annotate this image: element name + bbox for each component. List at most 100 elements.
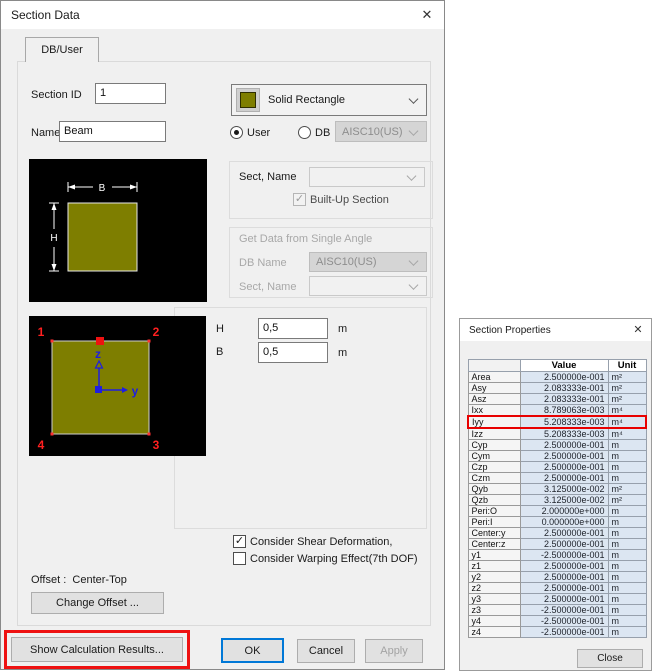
property-name-cell: z3 bbox=[468, 605, 520, 616]
property-value-cell: 2.500000e-001 bbox=[520, 561, 608, 572]
property-name-cell: Ixx bbox=[468, 405, 520, 417]
b-unit-label: m bbox=[338, 347, 347, 359]
radio-db-label[interactable]: DB bbox=[315, 127, 330, 139]
tab-db-user[interactable]: DB/User bbox=[25, 37, 99, 62]
solid-rectangle-icon bbox=[236, 88, 260, 112]
property-name-cell: z2 bbox=[468, 583, 520, 594]
property-unit-cell: m bbox=[608, 517, 646, 528]
chevron-down-icon bbox=[409, 126, 419, 136]
b-input[interactable]: 0,5 bbox=[258, 342, 328, 363]
property-value-cell: 3.125000e-002 bbox=[520, 495, 608, 506]
chevron-down-icon bbox=[409, 94, 419, 104]
cancel-button[interactable]: Cancel bbox=[297, 639, 355, 663]
section-vertex-preview: 1 2 3 4 z y bbox=[29, 316, 206, 456]
property-unit-cell: m bbox=[608, 462, 646, 473]
change-offset-button[interactable]: Change Offset ... bbox=[31, 592, 164, 614]
property-unit-cell: m⁴ bbox=[608, 428, 646, 440]
table-corner-cell bbox=[468, 360, 520, 372]
property-unit-cell: m bbox=[608, 550, 646, 561]
name-input[interactable]: Beam bbox=[59, 121, 166, 142]
property-name-cell: Czm bbox=[468, 473, 520, 484]
property-unit-cell: m² bbox=[608, 495, 646, 506]
corner-4-label: 4 bbox=[38, 438, 45, 452]
property-name-cell: y2 bbox=[468, 572, 520, 583]
offset-label: Offset : Center-Top bbox=[31, 574, 127, 586]
single-angle-group-label: Get Data from Single Angle bbox=[239, 233, 372, 245]
property-name-cell: Izz bbox=[468, 428, 520, 440]
section-dimension-drawing: B H bbox=[29, 159, 207, 302]
section-properties-table: Value Unit Area2.500000e-001m²Asy2.08333… bbox=[467, 359, 647, 638]
table-row: y22.500000e-001m bbox=[468, 572, 646, 583]
sect-name2-label: Sect, Name bbox=[239, 281, 296, 293]
close-icon[interactable]: ✕ bbox=[410, 1, 444, 28]
close-button[interactable]: Close bbox=[577, 649, 643, 668]
dim-b-label: B bbox=[99, 183, 106, 194]
property-unit-cell: m bbox=[608, 616, 646, 627]
property-name-cell: z1 bbox=[468, 561, 520, 572]
table-row: Center:z2.500000e-001m bbox=[468, 539, 646, 550]
column-header-unit: Unit bbox=[608, 360, 646, 372]
property-value-cell: -2.500000e-001 bbox=[520, 627, 608, 638]
property-value-cell: 0.000000e+000 bbox=[520, 517, 608, 528]
close-icon[interactable]: ✕ bbox=[625, 319, 651, 340]
property-name-cell: Center:z bbox=[468, 539, 520, 550]
table-row: Area2.500000e-001m² bbox=[468, 372, 646, 383]
property-unit-cell: m bbox=[608, 539, 646, 550]
table-row: Czp2.500000e-001m bbox=[468, 462, 646, 473]
table-row: Qyb3.125000e-002m² bbox=[468, 484, 646, 495]
property-value-cell: 2.500000e-001 bbox=[520, 451, 608, 462]
warping-effect-checkbox[interactable] bbox=[233, 552, 246, 565]
table-row: z3-2.500000e-001m bbox=[468, 605, 646, 616]
radio-user-label[interactable]: User bbox=[247, 127, 270, 139]
property-value-cell: 2.500000e-001 bbox=[520, 462, 608, 473]
property-value-cell: 8.789063e-003 bbox=[520, 405, 608, 417]
chevron-down-icon bbox=[409, 256, 419, 266]
property-name-cell: y3 bbox=[468, 594, 520, 605]
section-id-input[interactable]: 1 bbox=[95, 83, 166, 104]
radio-user[interactable] bbox=[230, 126, 243, 139]
property-unit-cell: m bbox=[608, 627, 646, 638]
property-name-cell: Peri:O bbox=[468, 506, 520, 517]
property-unit-cell: m bbox=[608, 572, 646, 583]
table-row: Izz5.208333e-003m⁴ bbox=[468, 428, 646, 440]
db-standard-select: AISC10(US) bbox=[335, 121, 427, 142]
property-unit-cell: m bbox=[608, 605, 646, 616]
section-properties-window: Section Properties ✕ Value Unit Area2.50… bbox=[459, 318, 652, 671]
property-unit-cell: m bbox=[608, 594, 646, 605]
shear-deformation-label[interactable]: Consider Shear Deformation, bbox=[250, 536, 392, 548]
h-input[interactable]: 0,5 bbox=[258, 318, 328, 339]
property-value-cell: 2.500000e-001 bbox=[520, 583, 608, 594]
name-label: Name bbox=[31, 127, 60, 139]
property-value-cell: 2.500000e-001 bbox=[520, 473, 608, 484]
property-name-cell: Cym bbox=[468, 451, 520, 462]
offset-prefix: Offset : bbox=[31, 574, 66, 586]
table-row: Asz2.083333e-001m² bbox=[468, 394, 646, 405]
property-value-cell: 2.500000e-001 bbox=[520, 594, 608, 605]
sect-name2-select bbox=[309, 276, 427, 296]
section-dimension-preview: B H bbox=[29, 159, 207, 302]
warping-effect-label[interactable]: Consider Warping Effect(7th DOF) bbox=[250, 553, 418, 565]
property-value-cell: 2.083333e-001 bbox=[520, 394, 608, 405]
property-unit-cell: m² bbox=[608, 394, 646, 405]
db-standard-value: AISC10(US) bbox=[342, 126, 403, 138]
corner-3-label: 3 bbox=[153, 438, 160, 452]
shear-deformation-checkbox[interactable]: ✓ bbox=[233, 535, 246, 548]
property-unit-cell: m bbox=[608, 583, 646, 594]
screenshot-stage: Section Data ✕ DB/User Section ID 1 Soli… bbox=[0, 0, 652, 672]
properties-title: Section Properties bbox=[460, 325, 551, 336]
db-name-select: AISC10(US) bbox=[309, 252, 427, 272]
dialog-title: Section Data bbox=[1, 8, 80, 22]
corner-1-label: 1 bbox=[38, 325, 45, 339]
ok-button[interactable]: OK bbox=[221, 638, 284, 663]
table-row: Czm2.500000e-001m bbox=[468, 473, 646, 484]
property-unit-cell: m⁴ bbox=[608, 405, 646, 417]
property-name-cell: Area bbox=[468, 372, 520, 383]
property-name-cell: y1 bbox=[468, 550, 520, 561]
table-row: y32.500000e-001m bbox=[468, 594, 646, 605]
column-header-value: Value bbox=[520, 360, 608, 372]
property-unit-cell: m² bbox=[608, 484, 646, 495]
section-shape-select[interactable]: Solid Rectangle bbox=[231, 84, 427, 116]
property-unit-cell: m⁴ bbox=[608, 416, 646, 428]
apply-button: Apply bbox=[365, 639, 423, 663]
radio-db[interactable] bbox=[298, 126, 311, 139]
